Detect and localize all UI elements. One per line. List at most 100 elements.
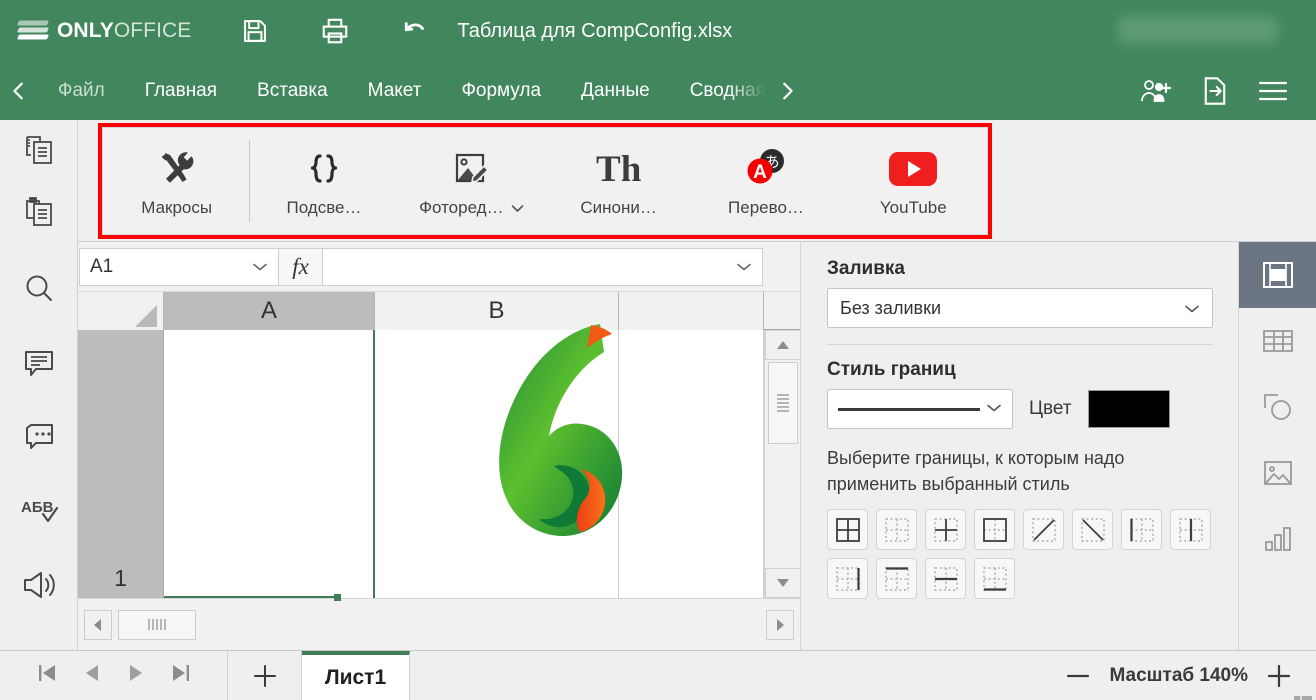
tab-insert[interactable]: Вставка [237, 62, 348, 120]
select-all-corner[interactable] [78, 292, 164, 330]
last-sheet-icon[interactable] [170, 663, 192, 688]
plugin-button-photo-editor[interactable]: Фоторед… [398, 128, 545, 234]
feedback-megaphone-icon[interactable] [16, 562, 62, 608]
inner-vertical-border-icon[interactable] [1170, 509, 1211, 550]
prev-sheet-icon[interactable] [82, 663, 102, 688]
insert-function-button[interactable]: fx [279, 248, 323, 286]
chevron-right-icon[interactable] [768, 62, 806, 120]
inner-horizontal-border-icon[interactable] [925, 558, 966, 599]
all-borders-icon[interactable] [827, 509, 868, 550]
tab-home[interactable]: Главная [125, 62, 237, 120]
tab-formula[interactable]: Формула [441, 62, 561, 120]
selection-fill-handle[interactable] [334, 594, 341, 601]
top-border-icon[interactable] [876, 558, 917, 599]
scroll-up-arrow[interactable] [765, 330, 801, 360]
chat-icon[interactable] [16, 414, 62, 460]
cell-settings-icon[interactable] [1239, 242, 1316, 308]
fill-select-value: Без заливки [840, 298, 941, 319]
plugin-button-macros[interactable]: Макросы [103, 128, 250, 234]
logo-brand-light: OFFICE [114, 19, 192, 42]
fill-select[interactable]: Без заливки [827, 288, 1213, 328]
spellcheck-abv-icon[interactable]: АБВ [16, 488, 62, 534]
outer-borders-icon[interactable] [974, 509, 1015, 550]
image-settings-icon[interactable] [1239, 440, 1316, 506]
open-file-location-icon[interactable] [1186, 62, 1244, 120]
scroll-down-arrow[interactable] [765, 568, 801, 598]
cell-a1[interactable] [164, 330, 375, 598]
chart-settings-icon[interactable] [1239, 506, 1316, 572]
right-border-icon[interactable] [827, 558, 868, 599]
add-sheet-icon[interactable] [228, 651, 302, 700]
save-icon[interactable] [233, 9, 277, 53]
cell-b1[interactable] [375, 330, 619, 598]
border-hint-text: Выберите границы, к которым надо примени… [827, 445, 1212, 497]
next-sheet-icon[interactable] [126, 663, 146, 688]
comments-icon[interactable] [16, 340, 62, 386]
tab-pivot[interactable]: Сводная [670, 62, 766, 120]
scroll-grip-icon [777, 392, 789, 414]
tab-file[interactable]: Файл [38, 62, 125, 120]
scroll-left-arrow[interactable] [84, 610, 112, 640]
column-header-c[interactable] [619, 292, 764, 330]
plugin-label-thesaurus: Синони… [580, 198, 657, 218]
chevron-down-icon[interactable] [252, 256, 268, 278]
table-settings-icon[interactable] [1239, 308, 1316, 374]
border-color-swatch[interactable] [1088, 390, 1170, 428]
document-title: Таблица для CompConfig.xlsx [457, 20, 732, 43]
zoom-in-icon[interactable] [1266, 664, 1292, 688]
undo-icon[interactable] [393, 9, 437, 53]
column-header-a[interactable]: A [164, 292, 375, 330]
vertical-scrollbar[interactable] [764, 330, 800, 598]
name-box[interactable]: A1 [79, 248, 279, 286]
diagonal-up-border-icon[interactable] [1023, 509, 1064, 550]
border-color-label: Цвет [1029, 398, 1072, 420]
logo-layers-icon [18, 18, 48, 44]
diagonal-down-border-icon[interactable] [1072, 509, 1113, 550]
plugin-button-translator[interactable]: あ A Перево… [692, 128, 839, 234]
add-collaborator-icon[interactable] [1128, 62, 1186, 120]
hamburger-menu-icon[interactable] [1244, 62, 1302, 120]
bottom-border-icon[interactable] [974, 558, 1015, 599]
tab-layout[interactable]: Макет [348, 62, 442, 120]
left-border-icon[interactable] [1121, 509, 1162, 550]
sheet-tab-list1[interactable]: Лист1 [302, 651, 410, 700]
vertical-scroll-thumb[interactable] [768, 362, 798, 444]
shape-settings-icon[interactable] [1239, 374, 1316, 440]
tab-data[interactable]: Данные [561, 62, 670, 120]
column-header-b[interactable]: B [375, 292, 619, 330]
plugin-label-photo-editor-text: Фоторед… [419, 198, 504, 218]
inner-borders-icon[interactable] [925, 509, 966, 550]
plugin-button-youtube[interactable]: YouTube [840, 128, 987, 234]
plugin-button-thesaurus[interactable]: Th Синони… [545, 128, 692, 234]
horizontal-scroll-thumb[interactable] [118, 610, 196, 640]
paste-icon[interactable] [16, 189, 62, 235]
header-actions [1128, 62, 1316, 120]
copy-icon[interactable] [16, 127, 62, 173]
chevron-down-icon[interactable] [736, 256, 752, 277]
svg-text:A: A [753, 162, 767, 183]
chevron-left-icon[interactable] [0, 62, 38, 120]
chevron-down-icon[interactable] [986, 400, 1002, 418]
status-spacer [410, 651, 1065, 700]
sheet-navigation [0, 651, 228, 700]
window-resize-grip[interactable] [1292, 684, 1314, 700]
plugin-label-youtube: YouTube [880, 198, 947, 218]
plugin-button-highlight-code[interactable]: Подсве… [250, 128, 397, 234]
cell-c1[interactable] [619, 330, 764, 598]
print-icon[interactable] [313, 9, 357, 53]
horizontal-scrollbar[interactable] [78, 598, 800, 650]
first-sheet-icon[interactable] [36, 663, 58, 688]
zoom-out-icon[interactable] [1065, 671, 1091, 681]
scroll-right-arrow[interactable] [766, 610, 794, 640]
onlyoffice-spreadsheet-window: ONLYOFFICE Таблица для CompConfig.xlsx Ф… [0, 0, 1316, 700]
search-icon[interactable] [16, 266, 62, 312]
no-borders-icon[interactable] [876, 509, 917, 550]
plugins-highlight-box: Макросы Подсве… [98, 123, 992, 239]
chevron-down-icon[interactable] [511, 198, 524, 218]
formula-input[interactable] [323, 248, 763, 286]
chevron-down-icon[interactable] [1184, 298, 1200, 319]
border-style-select[interactable] [827, 389, 1013, 429]
plugin-label-macros: Макросы [141, 198, 212, 218]
row-header-1[interactable]: 1 [78, 330, 164, 598]
plugin-label-translator: Перево… [728, 198, 804, 218]
